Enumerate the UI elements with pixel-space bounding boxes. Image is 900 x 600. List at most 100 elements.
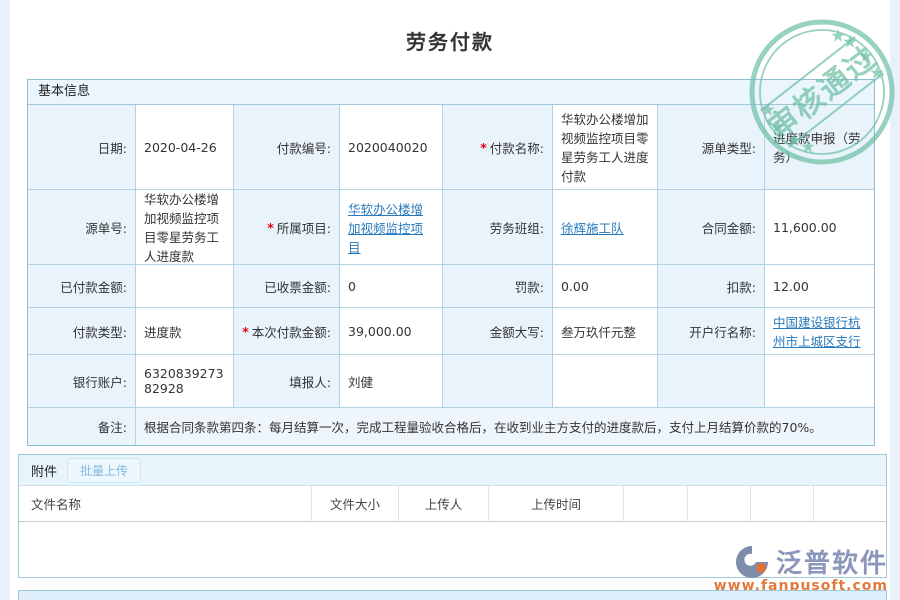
field-label-payment-no: 付款编号: (234, 105, 340, 190)
page-title: 劳务付款 (10, 26, 890, 55)
required-marker: * (242, 324, 249, 339)
field-value-text: 0.00 (561, 279, 589, 294)
field-value-text: 39,000.00 (348, 324, 412, 339)
footer-logo-text: 泛普软件 (776, 543, 888, 580)
field-label-text: 源单类型: (702, 138, 756, 157)
field-label-text: 付款编号: (277, 138, 331, 157)
labor-team-link[interactable]: 徐辉施工队 (561, 218, 624, 237)
field-label-text: 已付款金额: (60, 277, 127, 296)
field-value-text: 0 (348, 279, 356, 294)
field-label-text: 已收票金额: (264, 277, 331, 296)
field-value-text: 刘健 (348, 372, 373, 391)
field-value-payment-name: 华软办公楼增加视频监控项目零星劳务工人进度付款 (553, 105, 658, 190)
field-value-text: 叁万玖仟元整 (561, 322, 636, 341)
column-upload-time: 上传时间 (489, 486, 624, 522)
field-label-text: 合同金额: (702, 218, 756, 237)
field-label-payment-name: *付款名称: (443, 105, 553, 190)
field-label-text: 金额大写: (490, 322, 544, 341)
field-value-text: 进度款 (144, 322, 182, 341)
attachment-extra-column (688, 486, 751, 522)
fanpu-logo-icon (734, 544, 770, 580)
field-label-bank-account: 银行账户: (28, 355, 136, 408)
field-label-text: 付款名称: (490, 138, 544, 157)
field-label-project: *所属项目: (234, 190, 340, 265)
attachments-label: 附件 (31, 461, 57, 480)
field-value-text: 进度款申报（劳务） (773, 128, 866, 166)
field-label-remark: 备注: (28, 408, 136, 445)
field-label-deduction: 扣款: (658, 265, 765, 308)
field-label-amount-words: 金额大写: (443, 308, 553, 355)
field-value-text: 12.00 (773, 279, 809, 294)
basic-info-section-title: 基本信息 (28, 80, 874, 105)
field-value-text: 华软办公楼增加视频监控项目零星劳务工人进度款 (144, 189, 225, 265)
field-value-payment-no: 2020040020 (340, 105, 443, 190)
field-value-text: 632083927382928 (144, 366, 225, 396)
field-label-text: 扣款: (727, 277, 756, 296)
basic-info-section: 基本信息 日期: 2020-04-26 付款编号: 2020040020 *付款… (27, 79, 875, 446)
field-label-text: 本次付款金额: (252, 322, 331, 341)
attachments-table-header: 文件名称 文件大小 上传人 上传时间 (19, 486, 886, 522)
field-value-text: 2020-04-26 (144, 140, 217, 155)
attachment-extra-column (624, 486, 688, 522)
field-label-fine: 罚款: (443, 265, 553, 308)
field-value-labor-team: 徐辉施工队 (553, 190, 658, 265)
field-label-current-payment: *本次付款金额: (234, 308, 340, 355)
field-label-text: 付款类型: (73, 322, 127, 341)
field-label-bank-name: 开户行名称: (658, 308, 765, 355)
field-value-text: 2020040020 (348, 140, 428, 155)
field-label-invoiced-amount: 已收票金额: (234, 265, 340, 308)
field-value-remark: 根据合同条款第四条：每月结算一次，完成工程量验收合格后，在收到业主方支付的进度款… (136, 408, 874, 445)
page-card: 劳务付款 基本信息 日期: 2020-04-26 付款编号: 202004002… (10, 0, 890, 600)
required-marker: * (267, 220, 274, 235)
attachment-extra-column (814, 486, 886, 522)
empty-label-cell (658, 355, 765, 408)
field-label-text: 开户行名称: (689, 322, 756, 341)
column-uploader: 上传人 (399, 486, 489, 522)
field-label-text: 填报人: (289, 372, 331, 391)
field-value-paid-amount (136, 265, 234, 308)
field-value-deduction: 12.00 (765, 265, 874, 308)
bank-name-link[interactable]: 中国建设银行杭州市上城区支行 (773, 312, 866, 350)
field-value-fine: 0.00 (553, 265, 658, 308)
field-value-source-no: 华软办公楼增加视频监控项目零星劳务工人进度款 (136, 190, 234, 265)
field-label-source-no: 源单号: (28, 190, 136, 265)
field-value-bank-account: 632083927382928 (136, 355, 234, 408)
field-label-text: 备注: (98, 417, 127, 436)
project-link[interactable]: 华软办公楼增加视频监控项目 (348, 199, 434, 256)
field-value-text: 华软办公楼增加视频监控项目零星劳务工人进度付款 (561, 109, 649, 185)
attachment-extra-column (751, 486, 814, 522)
field-value-payment-type: 进度款 (136, 308, 234, 355)
field-label-paid-amount: 已付款金额: (28, 265, 136, 308)
field-value-project: 华软办公楼增加视频监控项目 (340, 190, 443, 265)
field-label-text: 源单号: (85, 218, 127, 237)
field-label-text: 所属项目: (277, 218, 331, 237)
field-label-text: 劳务班组: (490, 218, 544, 237)
empty-value-cell (553, 355, 658, 408)
field-value-preparer: 刘健 (340, 355, 443, 408)
field-label-text: 罚款: (515, 277, 544, 296)
field-label-preparer: 填报人: (234, 355, 340, 408)
field-value-source-type: 进度款申报（劳务） (765, 105, 874, 190)
field-label-text: 日期: (98, 138, 127, 157)
empty-value-cell (765, 355, 874, 408)
field-value-amount-words: 叁万玖仟元整 (553, 308, 658, 355)
empty-label-cell (443, 355, 553, 408)
field-label-date: 日期: (28, 105, 136, 190)
batch-upload-button[interactable]: 批量上传 (67, 458, 141, 483)
attachments-header-bar: 附件 批量上传 (19, 455, 886, 486)
field-label-source-type: 源单类型: (658, 105, 765, 190)
field-value-text: 根据合同条款第四条：每月结算一次，完成工程量验收合格后，在收到业主方支付的进度款… (144, 417, 822, 436)
field-value-contract-amount: 11,600.00 (765, 190, 874, 265)
field-label-payment-type: 付款类型: (28, 308, 136, 355)
field-label-contract-amount: 合同金额: (658, 190, 765, 265)
next-section-header (18, 590, 887, 600)
footer-logo: 泛普软件 www.fanpusoft.com (714, 543, 888, 594)
field-label-text: 银行账户: (73, 372, 127, 391)
column-file-name: 文件名称 (19, 486, 312, 522)
basic-info-table: 日期: 2020-04-26 付款编号: 2020040020 *付款名称: 华… (28, 105, 874, 445)
field-value-text: 11,600.00 (773, 220, 837, 235)
field-value-bank-name: 中国建设银行杭州市上城区支行 (765, 308, 874, 355)
field-value-invoiced-amount: 0 (340, 265, 443, 308)
field-value-date: 2020-04-26 (136, 105, 234, 190)
field-label-labor-team: 劳务班组: (443, 190, 553, 265)
